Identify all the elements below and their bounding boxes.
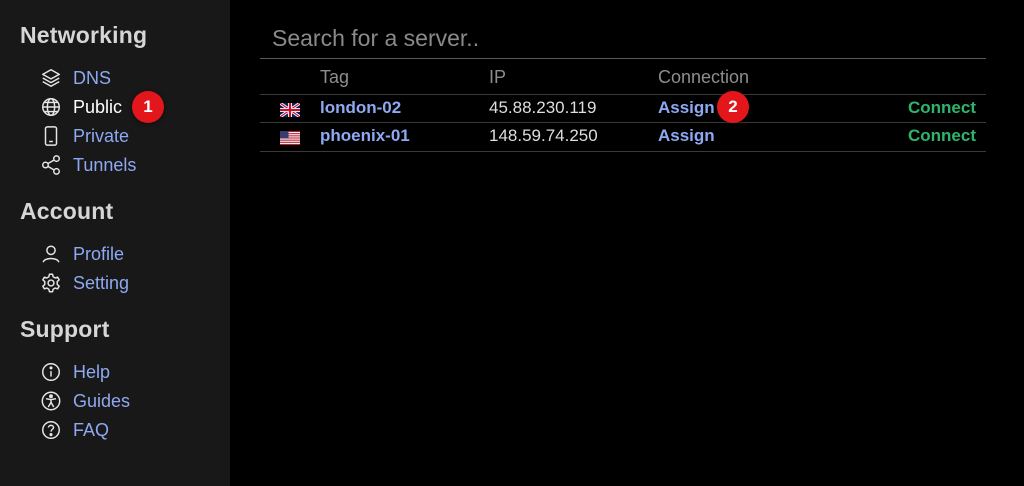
server-tag-link[interactable]: phoenix-01 bbox=[320, 126, 410, 146]
user-icon bbox=[40, 243, 62, 265]
assign-button[interactable]: Assign bbox=[658, 126, 715, 146]
column-header-connection: Connection bbox=[658, 67, 750, 87]
assign-button[interactable]: Assign bbox=[658, 98, 715, 118]
sidebar: Networking DNS Public Private Tunnels Ac… bbox=[0, 0, 230, 486]
sidebar-item-profile[interactable]: Profile bbox=[40, 241, 220, 267]
phone-icon bbox=[40, 125, 62, 147]
sidebar-item-guides[interactable]: Guides bbox=[40, 388, 220, 414]
connect-button[interactable]: Connect bbox=[908, 126, 976, 146]
sidebar-item-faq[interactable]: FAQ bbox=[40, 417, 220, 443]
sidebar-item-tunnels[interactable]: Tunnels bbox=[40, 152, 220, 178]
section-title-networking: Networking bbox=[20, 22, 148, 48]
share-icon bbox=[40, 154, 62, 176]
table-row: london-02 45.88.230.119 Assign Connect bbox=[260, 94, 986, 123]
sidebar-item-help[interactable]: Help bbox=[40, 359, 220, 385]
annotation-badge-2: 2 bbox=[717, 91, 749, 123]
column-header-tag: Tag bbox=[320, 67, 350, 87]
table-row: phoenix-01 148.59.74.250 Assign Connect bbox=[260, 122, 986, 152]
sidebar-item-label: Help bbox=[73, 361, 111, 382]
sidebar-item-label: Private bbox=[73, 125, 130, 146]
section-title-account: Account bbox=[20, 198, 114, 224]
section-title-support: Support bbox=[20, 316, 110, 342]
sidebar-item-label: Setting bbox=[73, 272, 130, 293]
info-icon bbox=[40, 361, 62, 383]
sidebar-item-label: Public bbox=[73, 96, 123, 117]
server-ip: 148.59.74.250 bbox=[489, 126, 598, 145]
server-ip: 45.88.230.119 bbox=[489, 98, 597, 117]
us-flag-icon bbox=[280, 130, 300, 145]
server-tag-link[interactable]: london-02 bbox=[320, 98, 401, 118]
search-bar bbox=[260, 20, 986, 59]
uk-flag-icon bbox=[279, 101, 301, 119]
sidebar-item-label: Guides bbox=[73, 390, 131, 411]
sidebar-item-dns[interactable]: DNS bbox=[40, 65, 220, 91]
sidebar-item-private[interactable]: Private bbox=[40, 123, 220, 149]
sidebar-item-label: Tunnels bbox=[73, 154, 137, 175]
accessibility-icon bbox=[40, 390, 62, 412]
sidebar-item-setting[interactable]: Setting bbox=[40, 270, 220, 296]
globe-icon bbox=[40, 96, 62, 118]
question-icon bbox=[40, 419, 62, 441]
sidebar-item-label: FAQ bbox=[73, 419, 110, 440]
annotation-badge-1: 1 bbox=[132, 91, 164, 123]
search-input[interactable] bbox=[260, 20, 986, 56]
connect-button[interactable]: Connect bbox=[908, 98, 976, 118]
sidebar-item-label: Profile bbox=[73, 243, 125, 264]
gear-icon bbox=[40, 272, 62, 294]
column-header-ip: IP bbox=[489, 67, 507, 87]
layers-icon bbox=[40, 67, 62, 89]
sidebar-item-public[interactable]: Public bbox=[40, 94, 220, 120]
sidebar-item-label: DNS bbox=[73, 67, 112, 88]
